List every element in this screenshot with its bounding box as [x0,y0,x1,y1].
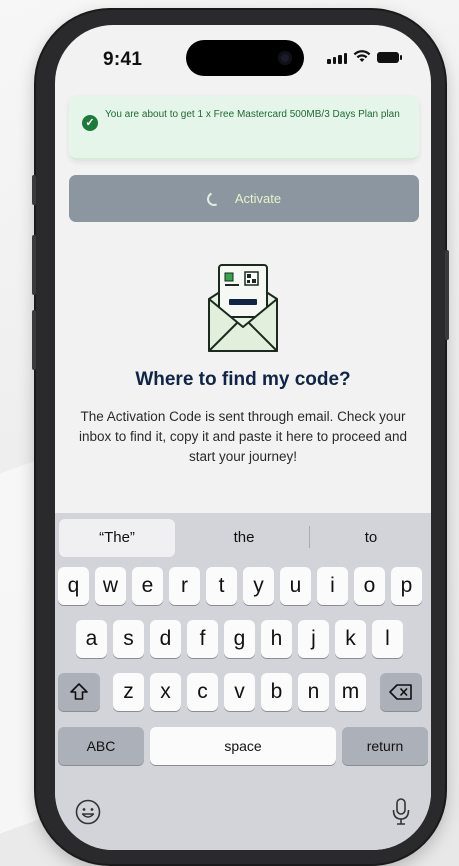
key[interactable]: i [317,567,348,605]
key[interactable]: x [150,673,181,711]
key[interactable]: c [187,673,218,711]
action-button [32,175,36,205]
key[interactable]: j [298,620,329,658]
key[interactable]: h [261,620,292,658]
key[interactable]: f [187,620,218,658]
emoji-icon[interactable] [75,799,101,825]
info-body: The Activation Code is sent through emai… [79,409,407,464]
activate-button[interactable]: Activate [69,175,419,222]
envelope-card-icon [208,264,278,352]
shift-key[interactable] [58,673,100,711]
cellular-signal-icon [327,53,347,64]
prediction-divider [309,526,310,548]
key[interactable]: n [298,673,329,711]
success-toast: ✓ You are about to get 1 x Free Masterca… [69,96,419,160]
key[interactable]: o [354,567,385,605]
key[interactable]: w [95,567,126,605]
camera-icon [278,51,292,65]
wifi-icon [353,50,371,62]
activate-button-label: Activate [234,191,282,206]
key[interactable]: l [372,620,403,658]
key[interactable]: b [261,673,292,711]
check-circle-icon: ✓ [82,115,98,131]
status-time: 9:41 [103,49,143,70]
key[interactable]: k [335,620,366,658]
key[interactable]: a [76,620,107,658]
backspace-icon [389,684,412,700]
status-bar: 9:41 [55,25,431,95]
prediction-item[interactable]: the [183,519,305,557]
prediction-bar: “The” the to [55,513,431,557]
keyboard-bottom-bar [55,775,431,850]
power-button [445,250,449,340]
key[interactable]: q [58,567,89,605]
microphone-icon[interactable] [391,797,411,827]
prediction-item[interactable]: “The” [59,519,175,557]
info-heading: Where to find my code? [135,369,351,390]
prediction-item[interactable]: to [313,519,429,557]
volume-down-button [32,310,36,370]
key[interactable]: z [113,673,144,711]
key[interactable]: g [224,620,255,658]
key[interactable]: r [169,567,200,605]
key[interactable]: s [113,620,144,658]
return-key[interactable]: return [342,727,428,765]
space-key[interactable]: space [150,727,336,765]
dynamic-island [186,40,304,76]
abc-key[interactable]: ABC [58,727,144,765]
key[interactable]: m [335,673,366,711]
loading-spinner-icon [204,189,223,208]
key[interactable]: p [391,567,422,605]
key[interactable]: e [132,567,163,605]
volume-up-button [32,235,36,295]
ios-keyboard: “The” the to q w e r t y u i o p a s d f… [55,513,431,850]
key[interactable]: d [150,620,181,658]
shift-icon [70,683,88,700]
key[interactable]: v [224,673,255,711]
delete-key[interactable] [380,673,422,711]
toast-message: You are about to get 1 x Free Mastercard… [105,109,400,120]
phone-screen: 9:41 ✓ You are about to get 1 x Free Mas… [55,25,431,850]
battery-icon [377,52,402,63]
key[interactable]: t [206,567,237,605]
key[interactable]: u [280,567,311,605]
key[interactable]: y [243,567,274,605]
